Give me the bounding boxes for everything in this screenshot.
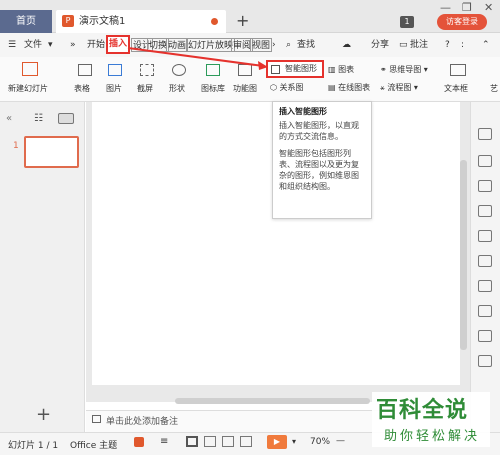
smart-art-tooltip: 插入智能图形 插入智能图形，以直观的方式交流信息。 智能图形包括图形列表、流程图…: [272, 101, 372, 219]
add-slide-button[interactable]: +: [36, 404, 51, 425]
watermark-title: 百科全说: [376, 398, 469, 423]
icon-library-button[interactable]: 图标库: [201, 83, 225, 94]
comment-icon: ▭: [399, 40, 408, 50]
play-options-icon[interactable]: ▾: [292, 437, 296, 446]
more-left-icon[interactable]: »: [70, 38, 76, 52]
art-text-button[interactable]: 艺: [490, 83, 498, 94]
watermark-subtitle: 助你轻松解决: [384, 429, 481, 444]
notes-icon: [92, 415, 101, 423]
slide-thumbnail[interactable]: [24, 136, 79, 168]
normal-view-icon[interactable]: [186, 436, 198, 447]
mindmap-button[interactable]: ⚭ 思维导图 ▾: [380, 64, 428, 75]
notes-view-icon[interactable]: [240, 436, 252, 447]
sidebar-transition-icon[interactable]: [478, 230, 492, 242]
search-icon: ⌕: [286, 40, 292, 50]
visitor-login-button[interactable]: 访客登录: [437, 14, 487, 30]
presentation-icon: P: [62, 15, 74, 27]
table-icon: [78, 64, 92, 76]
new-slide-icon: [22, 62, 38, 76]
collapse-ribbon-icon[interactable]: ⌃: [482, 38, 490, 52]
online-chart-icon: ▤: [328, 83, 339, 92]
play-slideshow-icon[interactable]: ▶: [267, 435, 287, 449]
chart-icon: ▥: [328, 65, 339, 74]
flowchart-button[interactable]: ⚹ 流程图 ▾: [380, 82, 418, 93]
outline-view-icon[interactable]: ☷: [34, 113, 43, 124]
relation-icon: ⬡: [270, 83, 280, 92]
align-icon[interactable]: ≡: [160, 436, 168, 447]
minimize-icon[interactable]: —: [440, 1, 451, 14]
slide-view-icon[interactable]: [58, 113, 74, 124]
textbox-button[interactable]: 文本框: [444, 83, 468, 94]
shape-button[interactable]: 形状: [169, 83, 185, 94]
right-sidebar: [470, 102, 500, 432]
smart-art-label: 智能图形: [285, 64, 317, 73]
slide-number: 1: [13, 141, 19, 151]
tooltip-line1: 插入智能图形，以直观的方式交流信息。: [279, 121, 359, 141]
relation-chart-button[interactable]: ⬡ 关系图: [270, 82, 304, 93]
mindmap-icon: ⚭: [380, 65, 390, 74]
sidebar-design-icon[interactable]: [478, 255, 492, 267]
beautify-icon[interactable]: [134, 437, 144, 447]
vertical-scrollbar[interactable]: [460, 160, 467, 350]
sidebar-media-icon[interactable]: [478, 330, 492, 342]
picture-button[interactable]: 图片: [106, 83, 122, 94]
help-button[interactable]: ?: [445, 38, 450, 52]
search-button[interactable]: 查找: [297, 38, 315, 52]
zoom-out-button[interactable]: —: [336, 436, 345, 446]
slide-counter: 幻灯片 1 / 1: [8, 441, 59, 451]
mindmap-label: 思维导图: [389, 65, 422, 74]
cloud-icon[interactable]: ☁: [342, 38, 351, 52]
sidebar-layout-icon[interactable]: [478, 305, 492, 317]
hamburger-icon[interactable]: ☰: [8, 38, 16, 52]
window-count-badge[interactable]: 1: [400, 16, 414, 28]
chart-label: 图表: [338, 65, 355, 74]
sidebar-animation-icon[interactable]: [478, 205, 492, 217]
textbox-icon: [450, 64, 466, 76]
relation-label: 关系图: [279, 83, 304, 92]
menu-start[interactable]: 开始: [87, 38, 105, 52]
screenshot-button[interactable]: 截屏: [137, 83, 153, 94]
tooltip-title: 插入智能图形: [279, 107, 327, 116]
notes-placeholder[interactable]: 单击此处添加备注: [106, 414, 178, 427]
close-icon[interactable]: ✕: [484, 1, 493, 14]
theme-name[interactable]: Office 主题: [70, 438, 117, 451]
sidebar-properties-icon[interactable]: [478, 128, 492, 140]
new-tab-button[interactable]: +: [236, 11, 249, 31]
new-slide-button[interactable]: 新建幻灯片: [8, 83, 48, 94]
reading-view-icon[interactable]: [222, 436, 234, 447]
annotate-button[interactable]: 批注: [410, 38, 428, 52]
tab-home[interactable]: 首页: [0, 10, 52, 33]
online-chart-button[interactable]: ▤ 在线图表: [328, 82, 370, 93]
collapse-panel-icon[interactable]: «: [6, 113, 12, 124]
annotation-arrow: [127, 47, 268, 70]
chart-button[interactable]: ▥ 图表: [328, 64, 354, 75]
document-name: 演示文稿1: [79, 16, 126, 27]
tab-document[interactable]: P 演示文稿1: [56, 10, 226, 33]
sidebar-copy-icon[interactable]: [478, 155, 492, 167]
watermark: 百科全说 助你轻松解决: [372, 392, 490, 447]
horizontal-scrollbar[interactable]: [175, 398, 370, 404]
unsaved-dot-icon: [211, 18, 218, 25]
chevron-down-icon: ▾: [48, 40, 53, 50]
sidebar-more-icon[interactable]: [478, 355, 492, 367]
more-options-icon[interactable]: :: [461, 38, 464, 52]
zoom-level[interactable]: 70%: [310, 437, 330, 447]
share-button[interactable]: 分享: [371, 38, 389, 52]
feature-chart-button[interactable]: 功能图: [233, 83, 257, 94]
flowchart-label: 流程图: [387, 83, 412, 92]
restore-icon[interactable]: ❐: [462, 1, 472, 14]
sidebar-shape-icon[interactable]: [478, 180, 492, 192]
online-chart-label: 在线图表: [338, 83, 371, 92]
tooltip-line2: 智能图形包括图形列表、流程图以及更为复杂的图形，例如维恩图和组织结构图。: [279, 149, 359, 191]
menu-file[interactable]: 文件: [24, 38, 42, 52]
sorter-view-icon[interactable]: [204, 436, 216, 447]
sidebar-edit-icon[interactable]: [478, 280, 492, 292]
table-button[interactable]: 表格: [74, 83, 90, 94]
